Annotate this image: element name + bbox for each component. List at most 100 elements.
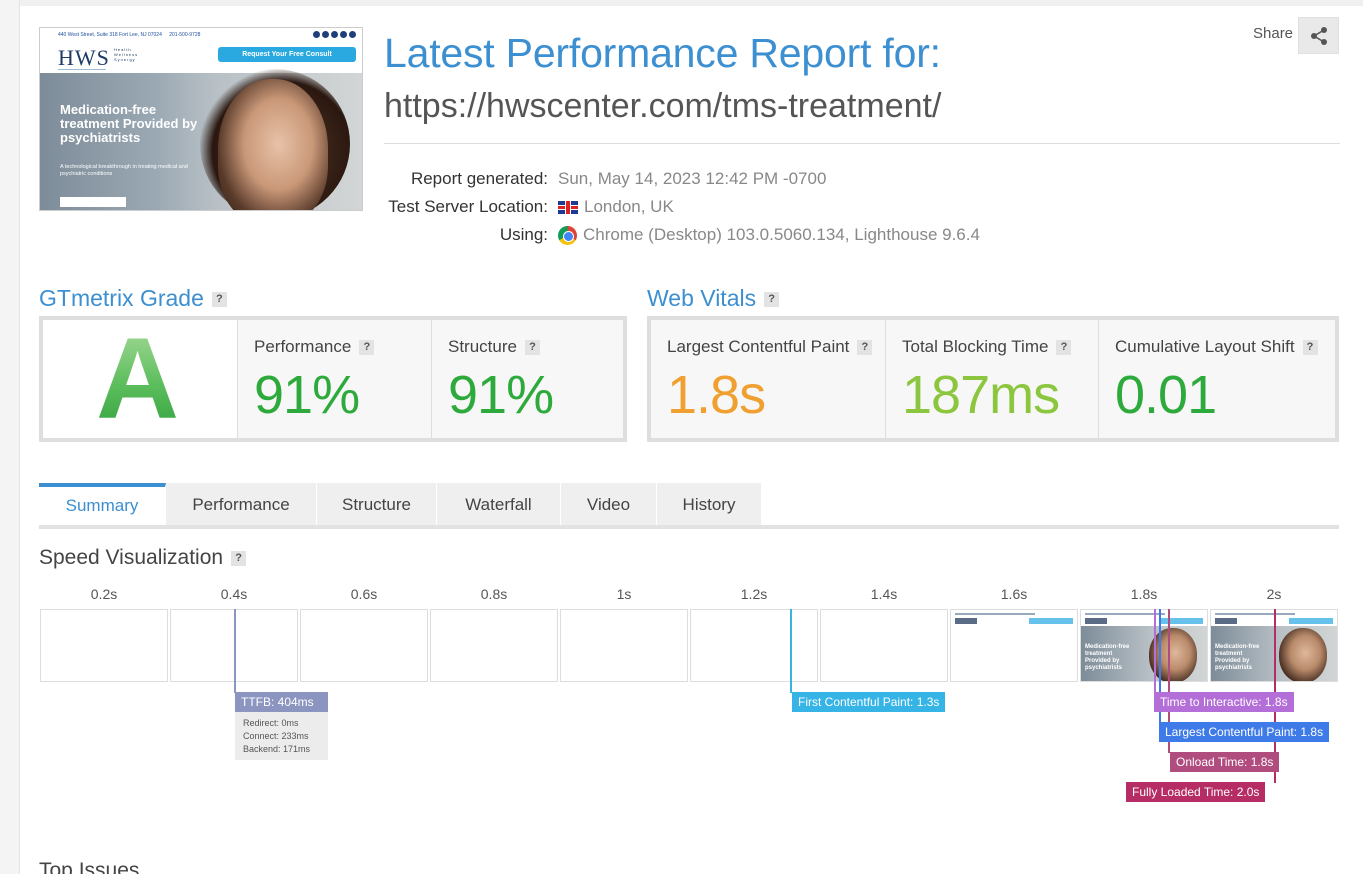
- thumb-logo-tagline: Health Wellness Synergy: [114, 47, 139, 62]
- meta-row-location: Test Server Location: London, UK: [384, 193, 980, 221]
- filmstrip-frame[interactable]: Medication-free treatment Provided by ps…: [1080, 609, 1208, 682]
- thumb-topbar: 440 West Street, Suite 318 Fort Lee, NJ …: [40, 28, 362, 42]
- meta-value: Sun, May 14, 2023 12:42 PM -0700: [558, 169, 827, 188]
- tick-label: 0.2s: [90, 586, 118, 602]
- thumb-brandbar: HWS Health Wellness Synergy Request Your …: [40, 42, 362, 73]
- tick-label: 0.4s: [220, 586, 248, 602]
- thumb-subline: A technological breakthrough in treating…: [60, 164, 188, 177]
- tab-waterfall[interactable]: Waterfall: [437, 483, 561, 526]
- thumb-logo: HWS Health Wellness Synergy: [58, 45, 137, 71]
- tab-summary[interactable]: Summary: [39, 483, 166, 526]
- chrome-icon: [558, 225, 577, 245]
- tick-label: 0.8s: [480, 586, 508, 602]
- tick-label: 2s: [1266, 586, 1282, 602]
- left-gutter: [0, 0, 20, 874]
- filmstrip-frame[interactable]: [820, 609, 948, 682]
- performance-label: Performance: [254, 337, 352, 356]
- performance-cell: Performance? 91%: [238, 320, 432, 438]
- frame-headline: Medication-free treatment Provided by ps…: [1215, 644, 1260, 671]
- help-icon[interactable]: ?: [764, 292, 780, 308]
- tick-label: 1.8s: [1130, 586, 1158, 602]
- tti-marker-line: [1154, 609, 1156, 693]
- page-screenshot-thumbnail[interactable]: 440 West Street, Suite 318 Fort Lee, NJ …: [39, 27, 363, 211]
- ttfb-detail: Redirect: 0ms Connect: 233ms Backend: 17…: [235, 712, 328, 760]
- ttfb-redirect: Redirect: 0ms: [243, 718, 299, 728]
- thumb-hero: Medication-free treatment Provided by ps…: [40, 69, 362, 210]
- tti-badge[interactable]: Time to Interactive: 1.8s: [1154, 692, 1294, 712]
- onload-badge[interactable]: Onload Time: 1.8s: [1170, 752, 1280, 772]
- ttfb-backend: Backend: 171ms: [243, 744, 311, 754]
- help-icon[interactable]: ?: [211, 292, 227, 308]
- report-title: Latest Performance Report for:: [384, 30, 941, 76]
- help-icon[interactable]: ?: [231, 550, 247, 566]
- uk-flag-icon: [558, 200, 578, 214]
- help-icon[interactable]: ?: [857, 340, 873, 356]
- thumb-social-icons: [313, 31, 356, 38]
- structure-value: 91%: [448, 365, 554, 425]
- frame-headline: Medication-free treatment Provided by ps…: [1085, 644, 1130, 671]
- thumb-address: 440 West Street, Suite 318 Fort Lee, NJ …: [58, 32, 162, 38]
- web-vitals-card: Largest Contentful Paint? 1.8s Total Blo…: [647, 316, 1339, 442]
- meta-value: Chrome (Desktop) 103.0.5060.134, Lightho…: [583, 225, 980, 244]
- share-icon: [1310, 26, 1327, 45]
- tbt-label: Total Blocking Time: [902, 337, 1049, 356]
- grade-letter: A: [96, 315, 180, 443]
- tick-label: 1s: [616, 586, 632, 602]
- filmstrip-frame[interactable]: [40, 609, 168, 682]
- thumb-cta-button: Request Your Free Consult: [218, 47, 356, 62]
- ttfb-connect: Connect: 233ms: [243, 731, 309, 741]
- tick-label: 1.6s: [1000, 586, 1028, 602]
- ttfb-badge[interactable]: TTFB: 404ms: [235, 692, 328, 712]
- help-icon[interactable]: ?: [1302, 340, 1318, 356]
- fully-loaded-badge[interactable]: Fully Loaded Time: 2.0s: [1126, 782, 1266, 802]
- cls-cell: Cumulative Layout Shift? 0.01: [1099, 320, 1335, 438]
- fcp-badge[interactable]: First Contentful Paint: 1.3s: [792, 692, 946, 712]
- filmstrip-frame[interactable]: [300, 609, 428, 682]
- speed-visualization-heading: Speed Visualization?: [39, 546, 247, 570]
- lcp-label: Largest Contentful Paint: [667, 337, 850, 356]
- report-tabs: Summary Performance Structure Waterfall …: [39, 483, 762, 526]
- report-page: 440 West Street, Suite 318 Fort Lee, NJ …: [20, 6, 1363, 874]
- help-icon[interactable]: ?: [524, 340, 540, 356]
- filmstrip-frame[interactable]: [690, 609, 818, 682]
- top-issues-heading: Top Issues: [39, 859, 140, 874]
- tick-label: 0.6s: [350, 586, 378, 602]
- help-icon[interactable]: ?: [1056, 340, 1072, 356]
- meta-row-generated: Report generated: Sun, May 14, 2023 12:4…: [384, 165, 980, 193]
- lcp-value: 1.8s: [667, 365, 766, 425]
- share-button[interactable]: [1298, 17, 1339, 54]
- structure-cell: Structure? 91%: [432, 320, 623, 438]
- meta-value: London, UK: [584, 197, 674, 216]
- grade-letter-cell: A: [43, 320, 238, 438]
- help-icon[interactable]: ?: [359, 340, 375, 356]
- cls-value: 0.01: [1115, 365, 1217, 425]
- tab-performance[interactable]: Performance: [166, 483, 317, 526]
- meta-row-browser: Using: Chrome (Desktop) 103.0.5060.134, …: [384, 221, 980, 249]
- meta-label: Using:: [499, 225, 548, 244]
- thumb-phone: 201-500-9728: [169, 32, 201, 38]
- share-label: Share: [1253, 25, 1294, 42]
- lcp-badge[interactable]: Largest Contentful Paint: 1.8s: [1159, 722, 1330, 742]
- lcp-cell: Largest Contentful Paint? 1.8s: [651, 320, 886, 438]
- tbt-cell: Total Blocking Time? 187ms: [886, 320, 1099, 438]
- meta-label: Test Server Location:: [388, 197, 548, 216]
- tick-label: 1.2s: [740, 586, 768, 602]
- tick-label: 1.4s: [870, 586, 898, 602]
- tbt-value: 187ms: [902, 365, 1060, 425]
- thumb-hero-photo: [218, 79, 328, 210]
- structure-label: Structure: [448, 337, 517, 356]
- report-url[interactable]: https://hwscenter.com/tms-treatment/: [384, 87, 941, 126]
- meta-label: Report generated:: [410, 169, 548, 188]
- tab-video[interactable]: Video: [561, 483, 657, 526]
- filmstrip-frame[interactable]: [430, 609, 558, 682]
- filmstrip-frame[interactable]: [950, 609, 1078, 682]
- tab-history[interactable]: History: [657, 483, 762, 526]
- filmstrip-frame[interactable]: [560, 609, 688, 682]
- thumb-headline: Medication-free treatment Provided by ps…: [60, 102, 198, 145]
- gtmetrix-grade-card: A Performance? 91% Structure? 91%: [39, 316, 627, 442]
- timeline-ticks: 0.2s 0.4s 0.6s 0.8s 1s 1.2s 1.4s 1.6s 1.…: [39, 586, 1339, 606]
- performance-value: 91%: [254, 365, 360, 425]
- fcp-marker-line: [790, 609, 792, 693]
- tab-structure[interactable]: Structure: [317, 483, 437, 526]
- web-vitals-heading: Web Vitals?: [647, 285, 780, 312]
